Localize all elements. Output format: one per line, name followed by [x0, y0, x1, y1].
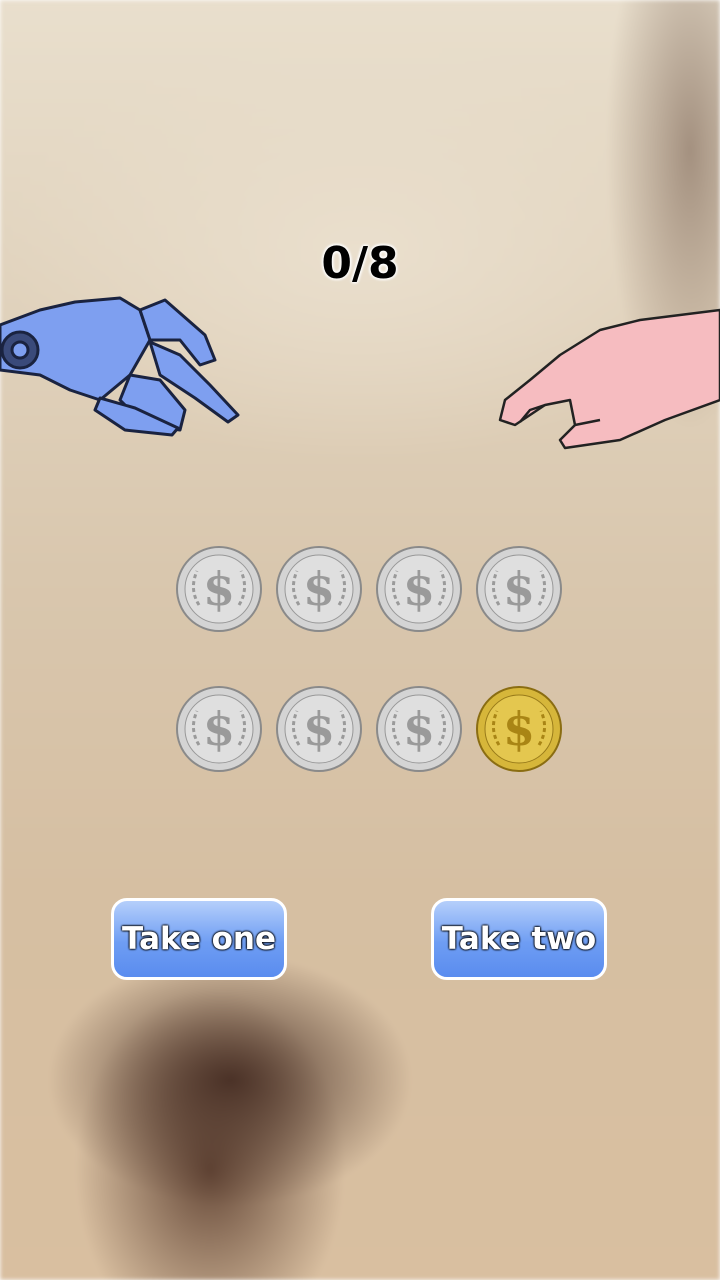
coin-symbol: $ [503, 562, 535, 616]
silver-coin-icon: $ [476, 546, 562, 632]
coin-grid: $ $ $ $ $ $ $ $ [175, 545, 565, 777]
silver-coin-icon: $ [276, 686, 362, 772]
robot-hand-icon [0, 296, 240, 437]
take-two-button[interactable]: Take two [431, 898, 607, 980]
silver-coin-icon: $ [376, 686, 462, 772]
coin-symbol: $ [403, 702, 435, 756]
coin-symbol: $ [303, 702, 335, 756]
take-one-button[interactable]: Take one [111, 898, 287, 980]
coin-symbol: $ [203, 702, 235, 756]
human-hand-icon [498, 308, 720, 450]
silver-coin-icon: $ [376, 546, 462, 632]
gold-coin-icon: $ [476, 686, 562, 772]
silver-coin-icon: $ [176, 546, 262, 632]
coin-symbol: $ [503, 702, 535, 756]
coin-symbol: $ [403, 562, 435, 616]
coin-symbol: $ [303, 562, 335, 616]
silver-coin-icon: $ [176, 686, 262, 772]
silver-coin-icon: $ [276, 546, 362, 632]
coin-symbol: $ [203, 562, 235, 616]
